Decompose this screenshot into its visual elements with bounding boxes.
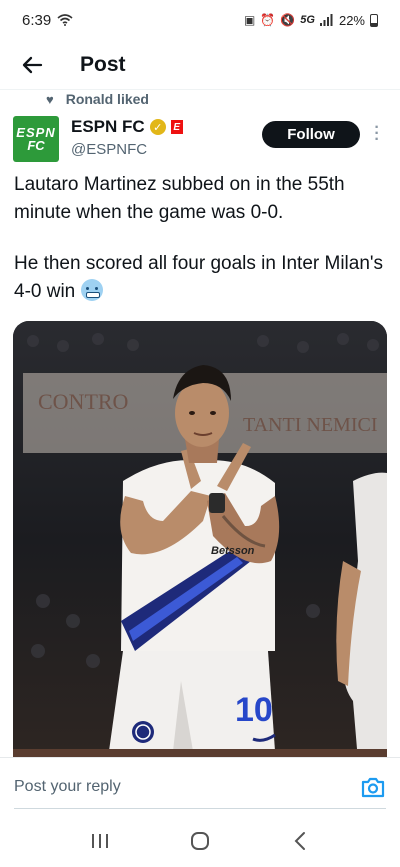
nfc-icon: ▣ <box>244 13 256 27</box>
heart-icon: ♥ <box>46 91 54 107</box>
recents-icon <box>92 834 108 848</box>
social-context-label: Ronald liked <box>65 91 149 107</box>
cold-face-emoji-icon <box>80 279 103 301</box>
post-text-paragraph-2: He then scored all four goals in Inter M… <box>14 253 384 302</box>
status-time: 6:39 <box>22 11 52 29</box>
battery-icon <box>370 13 378 27</box>
mute-icon: 🔇 <box>280 13 296 27</box>
verified-badge-icon: ✓ <box>149 119 166 135</box>
page-title: Post <box>80 52 126 76</box>
system-back-button[interactable] <box>280 821 320 861</box>
user-handle[interactable]: @ESPNFC <box>71 141 183 158</box>
avatar[interactable]: ESPN FC <box>13 116 59 162</box>
post-text: Lautaro Martinez subbed on in the 55th m… <box>14 171 386 306</box>
player-photo: CONTRO TANTI NEMICI Betsson 10 <box>13 321 387 761</box>
author-info[interactable]: ESPN FC ✓ E @ESPNFC <box>71 117 183 158</box>
back-button[interactable] <box>12 45 52 85</box>
battery-percent: 22% <box>338 12 365 28</box>
system-nav-bar <box>0 815 400 867</box>
top-app-bar: Post <box>0 40 400 90</box>
reply-bar: Post your reply <box>0 757 400 813</box>
social-context[interactable]: ♥ Ronald liked <box>46 91 149 107</box>
avatar-logo-line2: FC <box>27 138 45 153</box>
camera-icon <box>361 777 385 798</box>
reply-input-underline <box>14 808 386 809</box>
post-text-paragraph-1: Lautaro Martinez subbed on in the 55th m… <box>14 174 345 223</box>
reply-input[interactable]: Post your reply <box>14 778 121 796</box>
chevron-left-icon <box>294 832 305 850</box>
camera-button[interactable] <box>360 775 386 799</box>
alarm-icon: ⏰ <box>260 13 276 27</box>
affiliate-badge[interactable]: E <box>170 120 183 134</box>
display-name[interactable]: ESPN FC <box>71 117 145 137</box>
follow-button[interactable]: Follow <box>262 121 360 148</box>
back-arrow-icon <box>22 56 43 73</box>
status-bar: 6:39 ▣ ⏰ 🔇 5G 22% <box>0 0 400 40</box>
jersey-number: 10 <box>235 691 273 729</box>
signal-icon <box>319 14 333 26</box>
wifi-icon <box>57 14 73 26</box>
banner-text-2: TANTI NEMICI <box>243 414 377 436</box>
post-media-image[interactable]: CONTRO TANTI NEMICI Betsson 10 <box>13 321 387 761</box>
banner-text-1: CONTRO <box>38 389 128 414</box>
more-options-icon[interactable]: · · · <box>370 120 384 148</box>
jersey-sponsor-text: Betsson <box>211 545 255 557</box>
network-type: 5G <box>300 14 315 26</box>
home-button[interactable] <box>180 821 220 861</box>
recents-button[interactable] <box>80 821 120 861</box>
home-icon <box>191 832 209 850</box>
